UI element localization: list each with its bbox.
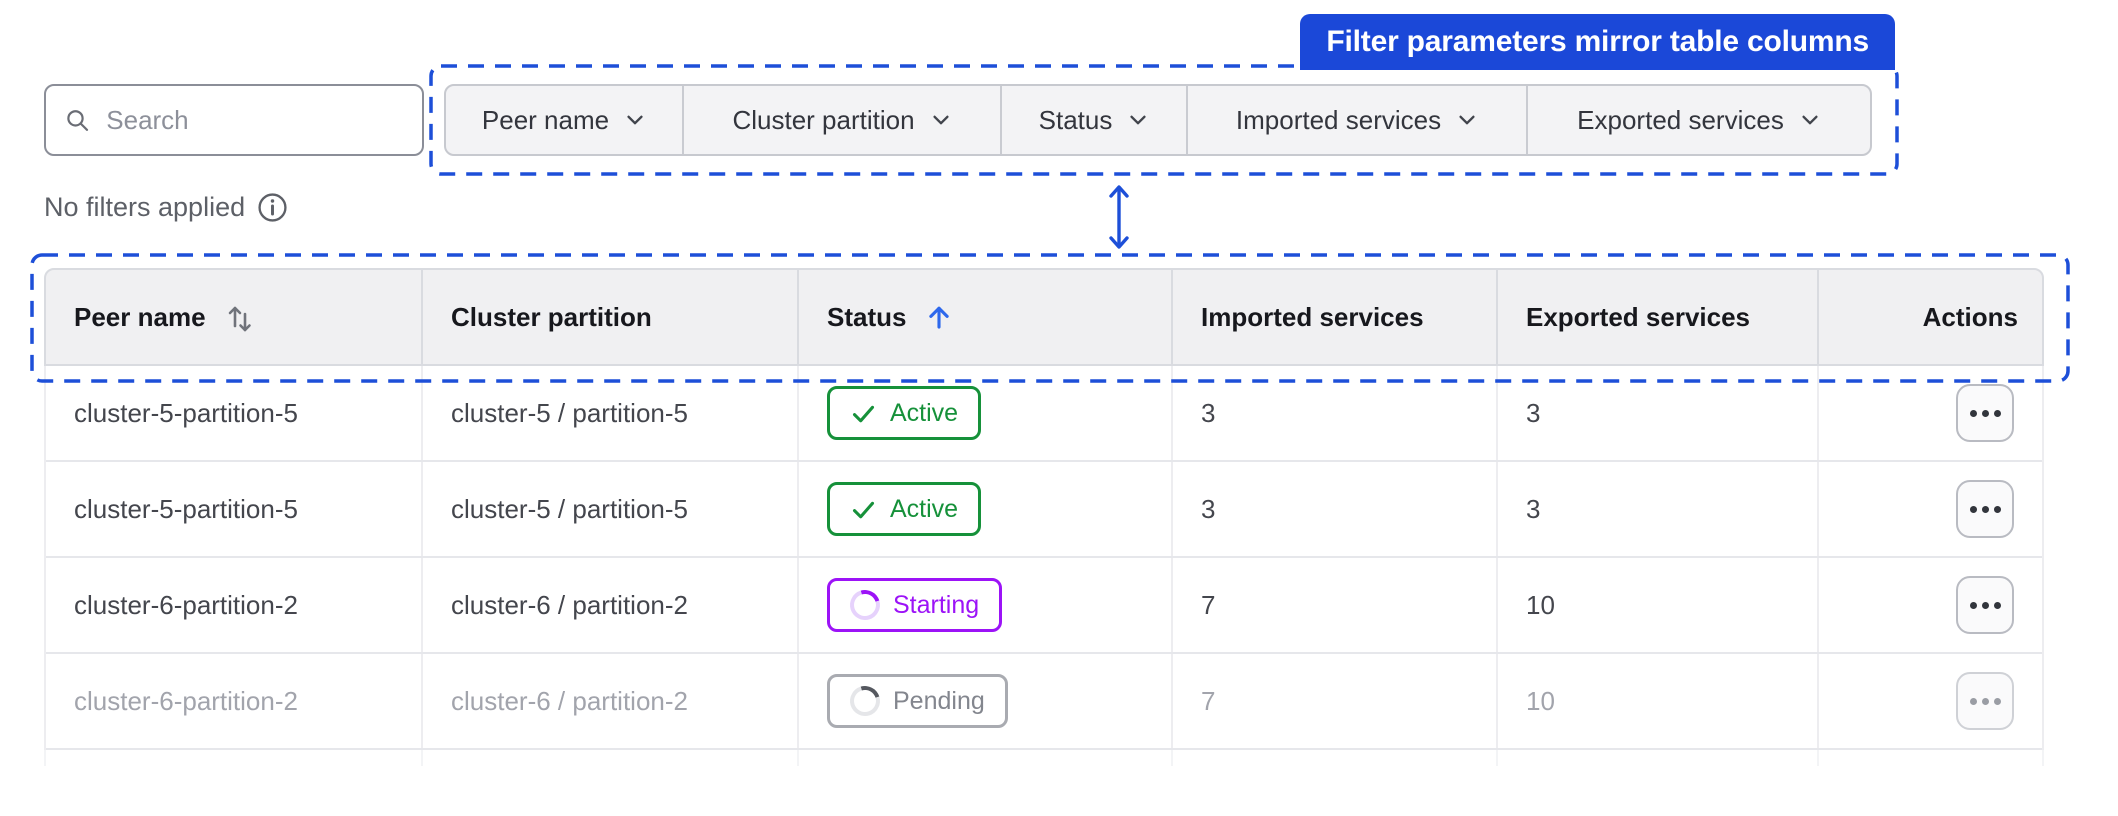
cell-actions (1817, 366, 2046, 460)
spinner-icon (844, 680, 886, 722)
filter-label: Imported services (1235, 104, 1442, 135)
cell-imported-services: 3 (1171, 366, 1496, 460)
table-row: cluster-5-partition-5 cluster-5 / partit… (46, 462, 2042, 558)
cell-peer-name: cluster-6-partition-2 (74, 685, 298, 716)
cell-actions (1817, 462, 2046, 556)
status-label: Active (890, 398, 959, 427)
meatball-menu-icon (1969, 505, 1977, 513)
column-header-label: Peer name (74, 301, 206, 332)
column-header-exported-services[interactable]: Exported services (1496, 270, 1817, 364)
chevron-down-icon (627, 115, 643, 125)
info-icon[interactable] (257, 192, 288, 223)
cell-cluster-partition: cluster-5 / partition-5 (421, 366, 797, 460)
chevron-down-icon (932, 115, 949, 125)
filter-peer-name[interactable]: Peer name (446, 86, 682, 154)
cell-exported-services: 3 (1496, 462, 1817, 556)
search-box[interactable] (44, 84, 424, 156)
sort-both-icon (228, 306, 251, 332)
cell-status: Pending (797, 654, 1171, 748)
filters-status-text: No filters applied (44, 192, 246, 222)
chevron-down-icon (1802, 115, 1818, 125)
cell-status: Active (797, 462, 1171, 556)
column-header-peer-name[interactable]: Peer name (46, 270, 421, 364)
callout-label: Filter parameters mirror table columns (1326, 25, 1869, 58)
column-header-label: Cluster partition (451, 301, 652, 332)
column-header-cluster-partition[interactable]: Cluster partition (421, 270, 797, 364)
status-label: Active (890, 494, 959, 523)
cell-imported-services: 7 (1171, 558, 1496, 652)
cell-cluster-partition: cluster-6 / partition-2 (421, 558, 797, 652)
filter-exported-services[interactable]: Exported services (1526, 86, 1870, 154)
cell-peer-name: cluster-5-partition-5 (74, 493, 298, 524)
cell-status: Active (797, 366, 1171, 460)
row-actions-menu-button[interactable] (1956, 576, 2014, 634)
cell-actions (1817, 654, 2046, 748)
meatball-menu-icon (1969, 409, 1977, 417)
filter-status[interactable]: Status (1000, 86, 1186, 154)
status-badge-active: Active (827, 386, 982, 440)
meatball-menu-icon (1969, 601, 1977, 609)
table-row: cluster-6-partition-2 cluster-6 / partit… (46, 558, 2042, 654)
cell-peer-name: cluster-5-partition-5 (74, 397, 298, 428)
cell-exported-services: 10 (1496, 654, 1817, 748)
peering-list-screen: Filter parameters mirror table columns P… (0, 0, 2118, 816)
column-header-actions: Actions (1817, 270, 2046, 364)
filter-label: Cluster partition (732, 104, 915, 135)
search-icon (67, 110, 89, 131)
filter-label: Exported services (1577, 104, 1784, 135)
cell-cluster-partition: cluster-6 / partition-2 (421, 654, 797, 748)
check-icon (852, 405, 875, 422)
callout-banner: Filter parameters mirror table columns (1300, 14, 1895, 70)
cell-actions (1817, 558, 2046, 652)
filter-dropdown-group: Peer name Cluster partition Status Impor… (444, 84, 1872, 156)
status-label: Pending (893, 686, 985, 715)
row-actions-menu-button[interactable] (1956, 480, 2014, 538)
table-row: cluster-6-partition-2 cluster-6 / partit… (46, 654, 2042, 750)
cell-status: Starting (797, 558, 1171, 652)
meatball-menu-icon (1969, 697, 1977, 705)
table-row: cluster-5-partition-5 cluster-5 / partit… (46, 366, 2042, 462)
row-actions-menu-button[interactable] (1956, 672, 2014, 730)
check-icon (852, 501, 875, 518)
chevron-down-icon (1459, 115, 1475, 125)
filters-status: No filters applied (44, 192, 288, 223)
cell-exported-services: 3 (1496, 366, 1817, 460)
cell-peer-name: cluster-6-partition-2 (74, 589, 298, 620)
table-cutoff-hint (44, 750, 2044, 766)
status-label: Starting (893, 590, 980, 619)
column-header-label: Imported services (1201, 301, 1424, 332)
filter-imported-services[interactable]: Imported services (1186, 86, 1526, 154)
cell-cluster-partition: cluster-5 / partition-5 (421, 462, 797, 556)
column-header-label: Exported services (1526, 301, 1751, 332)
cell-imported-services: 7 (1171, 654, 1496, 748)
column-header-status[interactable]: Status (797, 270, 1171, 364)
sort-ascending-icon (929, 306, 950, 329)
table-body: cluster-5-partition-5 cluster-5 / partit… (44, 366, 2044, 750)
peers-table: Peer name Cluster partition Status Impor… (44, 268, 2044, 766)
row-actions-menu-button[interactable] (1956, 384, 2014, 442)
chevron-down-icon (1130, 115, 1146, 125)
filter-label: Status (1038, 104, 1113, 135)
column-header-imported-services[interactable]: Imported services (1171, 270, 1496, 364)
column-header-label: Status (827, 301, 907, 332)
mirror-arrow-icon (1109, 185, 1129, 249)
table-header-row: Peer name Cluster partition Status Impor… (44, 268, 2044, 366)
status-badge-starting: Starting (827, 578, 1003, 632)
status-badge-active: Active (827, 482, 982, 536)
filter-label: Peer name (481, 104, 610, 135)
spinner-icon (844, 584, 886, 626)
cell-imported-services: 3 (1171, 462, 1496, 556)
cell-exported-services: 10 (1496, 558, 1817, 652)
filter-cluster-partition[interactable]: Cluster partition (682, 86, 1000, 154)
search-input[interactable] (106, 104, 404, 136)
column-header-label: Actions (1922, 301, 2018, 332)
status-badge-pending: Pending (827, 674, 1008, 728)
